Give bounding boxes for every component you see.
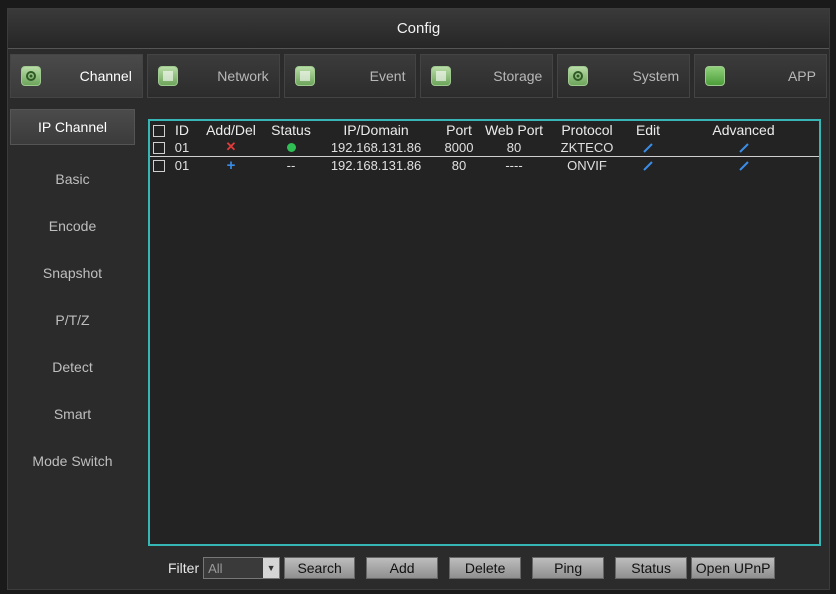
add-button[interactable]: Add	[366, 557, 439, 579]
row-protocol: ONVIF	[567, 157, 607, 173]
header-port: Port	[446, 122, 472, 138]
sidebar-item-encode[interactable]: Encode	[10, 202, 135, 249]
chevron-down-icon[interactable]: ▼	[263, 558, 280, 578]
ping-button[interactable]: Ping	[532, 557, 605, 579]
tab-label: System	[632, 68, 680, 84]
tab-label: Storage	[493, 68, 543, 84]
edit-icon[interactable]	[642, 140, 654, 155]
row-checkbox[interactable]	[153, 142, 165, 155]
header-protocol: Protocol	[561, 122, 613, 138]
edit-icon[interactable]	[642, 158, 654, 173]
sidebar-item-detect[interactable]: Detect	[10, 343, 135, 390]
header-add-del: Add/Del	[206, 122, 256, 138]
tab-network[interactable]: Network	[146, 54, 280, 98]
tab-app[interactable]: APP	[694, 54, 827, 98]
sidebar-item-ip-channel[interactable]: IP Channel	[10, 109, 135, 145]
header-ip-domain: IP/Domain	[343, 122, 409, 138]
row-web-port: 80	[482, 139, 546, 157]
tab-label: Event	[369, 68, 406, 84]
row-web-port: ----	[505, 157, 523, 173]
storage-icon	[431, 66, 452, 86]
tab-event[interactable]: Event	[283, 54, 417, 98]
tab-label: APP	[787, 68, 816, 84]
row-ip: 192.168.131.86	[330, 157, 422, 173]
sidebar-item-mode-switch[interactable]: Mode Switch	[10, 437, 135, 484]
tab-label: Network	[217, 68, 269, 84]
sidebar: IP Channel Basic Encode Snapshot P/T/Z D…	[10, 109, 135, 484]
tab-system[interactable]: System	[557, 54, 691, 98]
advanced-edit-icon[interactable]	[738, 140, 750, 155]
channel-list-panel: ID Add/Del Status IP/Domain Port Web Por…	[148, 119, 821, 546]
header-edit: Edit	[635, 122, 661, 138]
delete-icon[interactable]: ✕	[226, 139, 237, 154]
row-port: 8000	[436, 139, 482, 157]
config-window: Config Channel Network Event Storage Sys…	[7, 8, 830, 590]
filter-dropdown[interactable]: All ▼	[203, 557, 281, 579]
table-row[interactable]: 01 ✕ 192.168.131.86 8000 80 ZKTECO	[150, 139, 819, 157]
title-bar: Config	[8, 9, 829, 49]
filter-value: All	[208, 560, 223, 576]
gear-icon	[568, 66, 589, 86]
status-button[interactable]: Status	[615, 557, 688, 579]
gear-icon	[21, 66, 41, 86]
row-status: --	[286, 157, 296, 173]
row-checkbox[interactable]	[153, 160, 165, 173]
network-icon	[157, 66, 178, 86]
online-status-icon	[286, 142, 296, 152]
sidebar-item-snapshot[interactable]: Snapshot	[10, 249, 135, 296]
row-id: 01	[168, 139, 196, 157]
table-header-row: ID Add/Del Status IP/Domain Port Web Por…	[150, 121, 819, 139]
app-icon	[705, 66, 726, 86]
row-port: 80	[451, 157, 467, 173]
bottom-toolbar: Filter All ▼ Search Add Delete Ping Stat…	[168, 556, 776, 580]
header-advanced: Advanced	[712, 122, 775, 138]
tab-channel[interactable]: Channel	[10, 54, 143, 98]
row-id: 01	[174, 157, 190, 173]
advanced-edit-icon[interactable]	[738, 158, 750, 173]
row-ip: 192.168.131.86	[316, 139, 436, 157]
open-upnp-button[interactable]: Open UPnP	[691, 557, 776, 579]
window-title: Config	[396, 20, 441, 37]
sidebar-item-smart[interactable]: Smart	[10, 390, 135, 437]
search-button[interactable]: Search	[284, 557, 356, 579]
tab-bar: Channel Network Event Storage System APP	[8, 54, 829, 98]
header-web-port: Web Port	[484, 122, 544, 138]
delete-button[interactable]: Delete	[449, 557, 522, 579]
header-id: ID	[175, 122, 189, 138]
table-row[interactable]: 01 + -- 192.168.131.86 80 ---- ONVIF	[150, 156, 819, 174]
sidebar-item-basic[interactable]: Basic	[10, 155, 135, 202]
row-protocol: ZKTECO	[546, 139, 628, 157]
filter-label: Filter	[168, 560, 200, 576]
tab-label: Channel	[79, 68, 132, 84]
select-all-checkbox[interactable]	[153, 125, 165, 138]
tab-storage[interactable]: Storage	[420, 54, 554, 98]
add-icon[interactable]: +	[227, 157, 236, 174]
header-status: Status	[271, 122, 311, 138]
event-icon	[294, 66, 315, 86]
ip-channel-table: ID Add/Del Status IP/Domain Port Web Por…	[150, 121, 819, 174]
sidebar-item-ptz[interactable]: P/T/Z	[10, 296, 135, 343]
